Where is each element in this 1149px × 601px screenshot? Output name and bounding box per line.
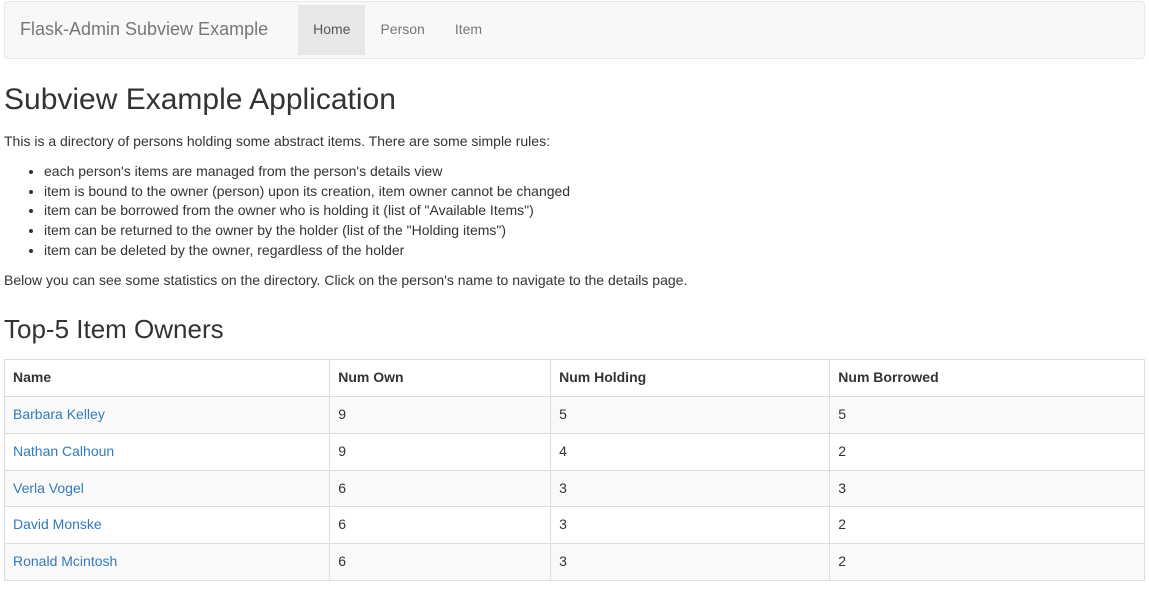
- cell-borrowed: 2: [830, 433, 1145, 470]
- nav-item-person[interactable]: Person: [365, 5, 439, 55]
- cell-holding: 4: [551, 433, 830, 470]
- cell-name: Ronald Mcintosh: [5, 544, 330, 581]
- rule-item: item can be returned to the owner by the…: [44, 221, 1145, 241]
- person-link[interactable]: Nathan Calhoun: [13, 443, 114, 459]
- top5-table: NameNum OwnNum HoldingNum Borrowed Barba…: [4, 359, 1145, 582]
- cell-name: David Monske: [5, 507, 330, 544]
- cell-holding: 3: [551, 507, 830, 544]
- table-header-row: NameNum OwnNum HoldingNum Borrowed: [5, 359, 1145, 396]
- top5-heading: Top-5 Item Owners: [4, 311, 1145, 348]
- rule-item: each person's items are managed from the…: [44, 162, 1145, 182]
- table-row: Barbara Kelley955: [5, 396, 1145, 433]
- cell-holding: 5: [551, 396, 830, 433]
- rule-item: item is bound to the owner (person) upon…: [44, 182, 1145, 202]
- cell-name: Nathan Calhoun: [5, 433, 330, 470]
- person-link[interactable]: Barbara Kelley: [13, 406, 105, 422]
- cell-borrowed: 3: [830, 470, 1145, 507]
- cell-name: Barbara Kelley: [5, 396, 330, 433]
- column-header: Num Own: [330, 359, 551, 396]
- cell-own: 9: [330, 396, 551, 433]
- intro-text: This is a directory of persons holding s…: [4, 132, 1145, 152]
- rule-item: item can be deleted by the owner, regard…: [44, 241, 1145, 261]
- table-row: Verla Vogel633: [5, 470, 1145, 507]
- cell-borrowed: 2: [830, 507, 1145, 544]
- table-row: Ronald Mcintosh 632: [5, 544, 1145, 581]
- cell-own: 6: [330, 470, 551, 507]
- column-header: Num Borrowed: [830, 359, 1145, 396]
- cell-own: 9: [330, 433, 551, 470]
- cell-borrowed: 5: [830, 396, 1145, 433]
- below-text: Below you can see some statistics on the…: [4, 271, 1145, 291]
- person-link[interactable]: David Monske: [13, 516, 102, 532]
- cell-own: 6: [330, 507, 551, 544]
- navbar-nav: HomePersonItem: [298, 5, 497, 55]
- table-row: David Monske 632: [5, 507, 1145, 544]
- cell-own: 6: [330, 544, 551, 581]
- cell-name: Verla Vogel: [5, 470, 330, 507]
- page-title: Subview Example Application: [4, 79, 1145, 122]
- person-link[interactable]: Ronald Mcintosh: [13, 553, 117, 569]
- table-row: Nathan Calhoun 942: [5, 433, 1145, 470]
- navbar-brand[interactable]: Flask-Admin Subview Example: [20, 2, 283, 58]
- navbar: Flask-Admin Subview Example HomePersonIt…: [4, 1, 1145, 59]
- nav-item-item[interactable]: Item: [440, 5, 497, 55]
- cell-borrowed: 2: [830, 544, 1145, 581]
- column-header: Name: [5, 359, 330, 396]
- table-body: Barbara Kelley955Nathan Calhoun942Verla …: [5, 396, 1145, 581]
- person-link[interactable]: Verla Vogel: [13, 480, 84, 496]
- rules-list: each person's items are managed from the…: [4, 162, 1145, 262]
- cell-holding: 3: [551, 544, 830, 581]
- nav-item-home[interactable]: Home: [298, 5, 365, 55]
- rule-item: item can be borrowed from the owner who …: [44, 201, 1145, 221]
- cell-holding: 3: [551, 470, 830, 507]
- column-header: Num Holding: [551, 359, 830, 396]
